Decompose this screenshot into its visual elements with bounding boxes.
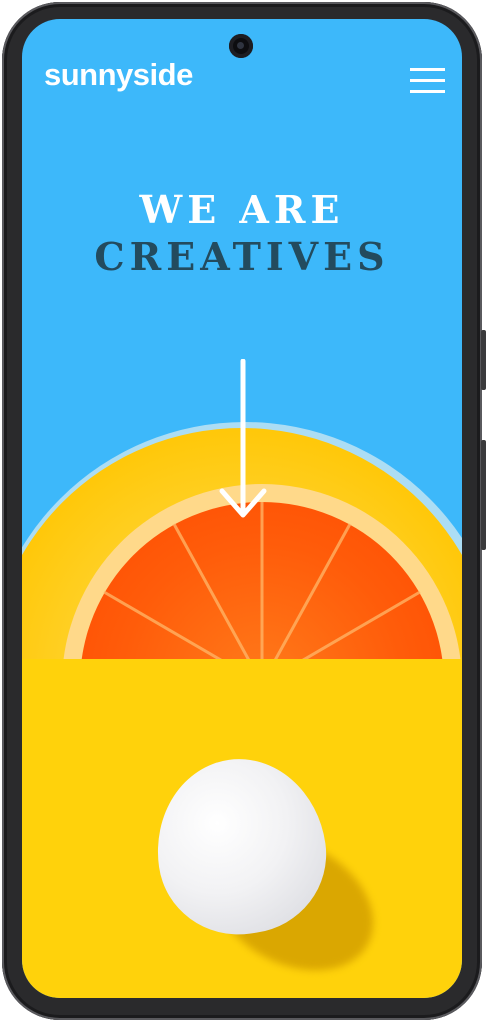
arrow-down-icon[interactable] (218, 359, 268, 519)
hero-title-line1: WE ARE (139, 187, 345, 232)
logo[interactable]: sunnyside (44, 57, 193, 93)
front-camera (229, 34, 253, 58)
volume-button (481, 440, 486, 550)
hamburger-menu-icon[interactable] (410, 66, 446, 94)
screen: sunnyside WE ARE CREATIVES (22, 19, 462, 998)
hero-title-line2: CREATIVES (94, 234, 390, 279)
egg-section (22, 659, 462, 998)
power-button (481, 330, 486, 390)
orange-segments (103, 502, 421, 659)
